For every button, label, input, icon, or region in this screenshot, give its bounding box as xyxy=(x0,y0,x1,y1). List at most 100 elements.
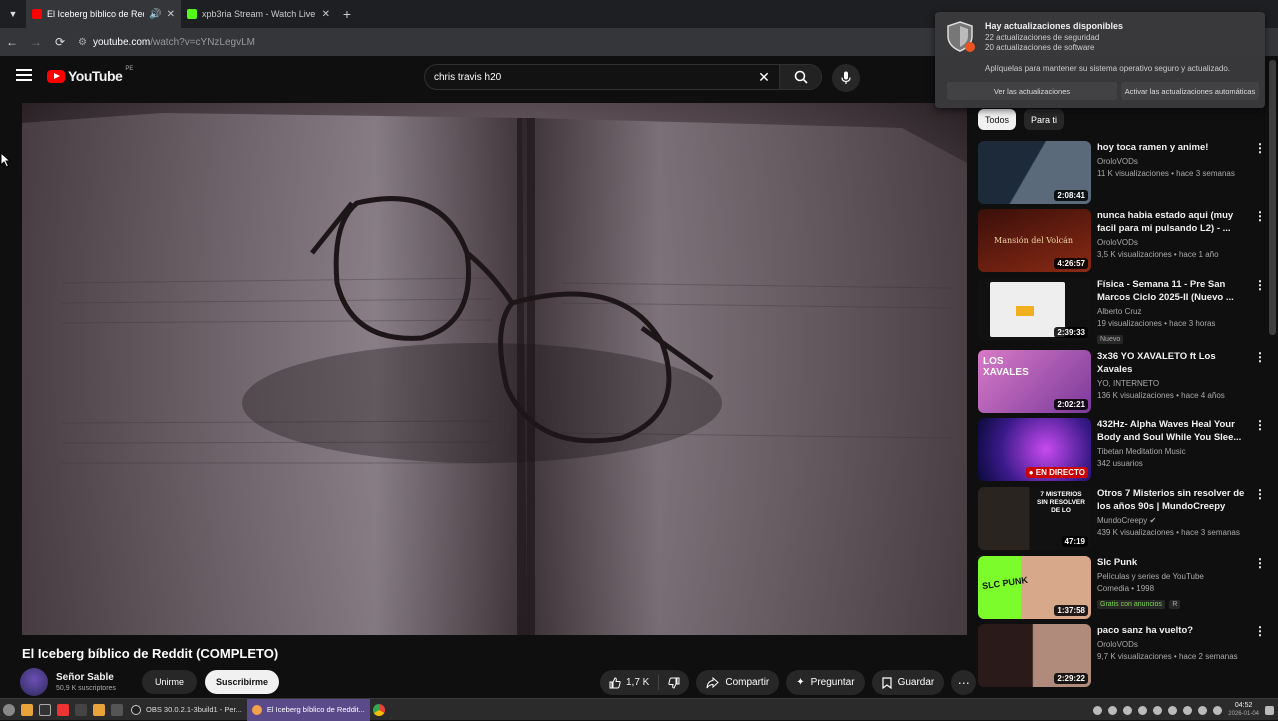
more-options-icon[interactable]: ⋮ xyxy=(1254,278,1266,292)
rec-title[interactable]: paco sanz ha vuelto? xyxy=(1097,624,1250,637)
rating-badge: R xyxy=(1169,600,1181,609)
folder-icon[interactable] xyxy=(90,699,108,721)
enable-auto-updates-button[interactable]: Activar las actualizaciones automáticas xyxy=(1121,82,1259,100)
software-updates-text: 20 actualizaciones de software xyxy=(985,43,1095,52)
share-button[interactable]: Compartir xyxy=(696,670,780,695)
network-icon[interactable] xyxy=(1093,705,1103,715)
reload-button[interactable]: ⟳ xyxy=(48,35,72,49)
channel-avatar[interactable] xyxy=(20,668,48,696)
bookmark-icon xyxy=(881,676,892,689)
rec-channel[interactable]: MundoCreepy ✔ xyxy=(1097,516,1250,525)
ask-button[interactable]: ✦ Preguntar xyxy=(786,670,865,695)
search-input[interactable]: chris travis h20 xyxy=(434,72,749,83)
rec-title[interactable]: hoy toca ramen y anime! xyxy=(1097,141,1250,154)
rec-title[interactable]: Física - Semana 11 - Pre San Marcos Cicl… xyxy=(1097,278,1250,304)
rec-title[interactable]: Slc Punk xyxy=(1097,556,1250,569)
site-info-icon[interactable]: ⚙ xyxy=(78,37,87,48)
list-item[interactable]: Mansión del Volcán 4:26:57 nunca habia e… xyxy=(978,209,1268,272)
save-button[interactable]: Guardar xyxy=(871,670,945,695)
keyboard-layout-icon[interactable] xyxy=(1153,705,1163,715)
obs-tray-icon[interactable] xyxy=(1108,705,1118,715)
notification-bell-icon[interactable] xyxy=(1123,705,1133,715)
chip-all[interactable]: Todos xyxy=(978,109,1017,130)
list-item[interactable]: 2:08:41 hoy toca ramen y anime! OroloVOD… xyxy=(978,141,1268,204)
list-item[interactable]: ● EN DIRECTO 432Hz- Alpha Waves Heal You… xyxy=(978,418,1268,481)
tab-youtube[interactable]: El Iceberg bíblico de Redd 🔊 ✕ xyxy=(26,0,181,28)
chrome-icon[interactable] xyxy=(370,699,388,721)
video-thumbnail[interactable]: 7 MISTERIOS SIN RESOLVER DE LO 47:19 xyxy=(978,487,1091,550)
rec-channel[interactable]: Películas y series de YouTube xyxy=(1097,572,1250,581)
mail-icon[interactable] xyxy=(72,699,90,721)
update-tray-icon[interactable] xyxy=(1168,705,1178,715)
tab-list-button[interactable]: ▼ xyxy=(0,0,26,28)
more-options-icon[interactable]: ⋮ xyxy=(1254,487,1266,501)
clipboard-icon[interactable] xyxy=(1138,705,1148,715)
video-thumbnail[interactable]: ● EN DIRECTO xyxy=(978,418,1091,481)
close-tab-icon[interactable]: ✕ xyxy=(167,9,175,20)
rec-title[interactable]: 432Hz- Alpha Waves Heal Your Body and So… xyxy=(1097,418,1250,444)
video-thumbnail[interactable]: 2:29:22 xyxy=(978,624,1091,687)
rec-channel[interactable]: OroloVODs xyxy=(1097,640,1250,649)
more-options-icon[interactable]: ⋮ xyxy=(1254,418,1266,432)
more-options-icon[interactable]: ⋮ xyxy=(1254,556,1266,570)
dislike-button[interactable] xyxy=(659,670,689,695)
new-tab-button[interactable]: + xyxy=(336,6,358,22)
clear-search-icon[interactable]: ✕ xyxy=(749,69,779,86)
more-options-icon[interactable]: ⋮ xyxy=(1254,624,1266,638)
more-options-icon[interactable]: ⋮ xyxy=(1254,209,1266,223)
like-button[interactable]: 1,7 K xyxy=(600,670,658,695)
rec-channel[interactable]: OroloVODs xyxy=(1097,157,1250,166)
rec-title[interactable]: Otros 7 Misterios sin resolver de los añ… xyxy=(1097,487,1250,513)
back-button[interactable]: ← xyxy=(0,35,24,49)
speaker-icon[interactable]: 🔊 xyxy=(149,9,161,20)
more-actions-icon[interactable]: ⋯ xyxy=(951,670,977,695)
search-box[interactable]: chris travis h20 ✕ xyxy=(424,64,822,90)
list-item[interactable]: 7 MISTERIOS SIN RESOLVER DE LO 47:19 Otr… xyxy=(978,487,1268,550)
more-options-icon[interactable]: ⋮ xyxy=(1254,141,1266,155)
list-item[interactable]: LOS XAVALES 2:02:21 3x36 YO XAVALETO ft … xyxy=(978,350,1268,413)
taskbar-app-obs[interactable]: OBS 30.0.2.1-3build1 - Per... xyxy=(126,699,247,721)
video-thumbnail[interactable]: Mansión del Volcán 4:26:57 xyxy=(978,209,1091,272)
battery-icon[interactable] xyxy=(1213,705,1223,715)
search-button[interactable] xyxy=(779,65,821,89)
wifi-icon[interactable] xyxy=(1183,705,1193,715)
page-scrollbar[interactable] xyxy=(1269,60,1276,335)
show-desktop-icon[interactable] xyxy=(1265,705,1274,715)
rec-title[interactable]: 3x36 YO XAVALETO ft Los Xavales xyxy=(1097,350,1250,376)
list-item[interactable]: SLC PUNK 1:37:58 Slc Punk Películas y se… xyxy=(978,556,1268,619)
rec-channel[interactable]: OroloVODs xyxy=(1097,238,1250,247)
channel-name[interactable]: Señor Sable xyxy=(56,672,134,683)
forward-button[interactable]: → xyxy=(24,35,48,49)
files-icon[interactable] xyxy=(18,699,36,721)
taskbar-app-browser[interactable]: El Iceberg bíblico de Reddit... xyxy=(246,698,370,721)
voice-search-button[interactable] xyxy=(832,64,860,92)
system-menu-icon[interactable] xyxy=(0,699,18,721)
list-item[interactable]: 2:29:22 paco sanz ha vuelto? OroloVODs 9… xyxy=(978,624,1268,687)
close-tab-icon[interactable]: ✕ xyxy=(322,9,330,20)
video-thumbnail[interactable]: 2:08:41 xyxy=(978,141,1091,204)
terminal-icon[interactable] xyxy=(36,699,54,721)
subscribe-button[interactable]: Suscribirme xyxy=(205,670,280,694)
video-player[interactable] xyxy=(22,103,967,635)
rec-channel[interactable]: Tibetan Meditation Music xyxy=(1097,447,1250,456)
rec-channel[interactable]: Alberto Cruz xyxy=(1097,307,1250,316)
join-button[interactable]: Unirme xyxy=(142,670,198,694)
menu-icon[interactable] xyxy=(16,69,32,83)
youtube-app-icon[interactable] xyxy=(54,699,72,721)
url-field[interactable]: ⚙ youtube.com/watch?v=cYNzLegvLM xyxy=(78,37,255,48)
more-options-icon[interactable]: ⋮ xyxy=(1254,350,1266,364)
clock[interactable]: 04:52 2026-01-04 xyxy=(1228,701,1259,719)
video-thumbnail[interactable]: SLC PUNK 1:37:58 xyxy=(978,556,1091,619)
editor-icon[interactable] xyxy=(108,699,126,721)
list-item[interactable]: 2:39:33 Física - Semana 11 - Pre San Mar… xyxy=(978,278,1268,346)
view-updates-button[interactable]: Ver las actualizaciones xyxy=(947,82,1117,100)
volume-icon[interactable] xyxy=(1198,705,1208,715)
update-notification[interactable]: Hay actualizaciones disponibles 22 actua… xyxy=(935,12,1265,108)
video-thumbnail[interactable]: 2:39:33 xyxy=(978,278,1091,341)
rec-title[interactable]: nunca habia estado aqui (muy facil para … xyxy=(1097,209,1250,235)
video-thumbnail[interactable]: LOS XAVALES 2:02:21 xyxy=(978,350,1091,413)
youtube-logo[interactable]: YouTube PE xyxy=(47,66,133,84)
rec-channel[interactable]: YO, INTERNETO xyxy=(1097,379,1250,388)
tab-kick-stream[interactable]: xpb3ria Stream - Watch Live ✕ xyxy=(181,0,336,28)
chip-for-you[interactable]: Para ti xyxy=(1024,109,1065,130)
